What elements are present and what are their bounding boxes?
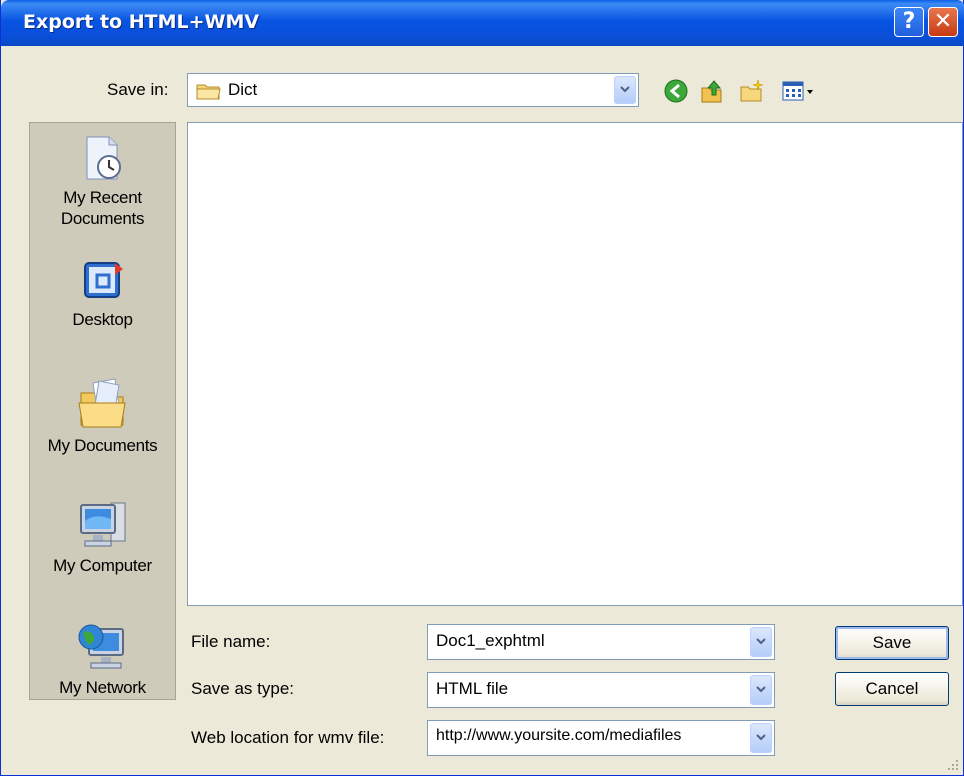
resize-grip-icon[interactable]	[947, 759, 959, 771]
folder-icon	[196, 84, 221, 100]
my-documents-icon	[77, 378, 126, 428]
new-folder-icon[interactable]	[739, 78, 765, 104]
place-label-line2: Documents	[60, 209, 145, 228]
save-as-type-value: HTML file	[436, 679, 509, 698]
place-my-computer[interactable]: My Computer	[30, 499, 175, 576]
cancel-button[interactable]: Cancel	[835, 672, 949, 706]
web-location-combo[interactable]: http://www.yoursite.com/mediafiles	[427, 720, 775, 756]
web-location-dropdown-arrow[interactable]	[750, 723, 772, 753]
save-in-combo[interactable]: Dict	[187, 73, 639, 107]
file-list[interactable]	[187, 122, 963, 606]
place-my-network[interactable]: My Network	[30, 619, 175, 698]
place-my-documents[interactable]: My Documents	[30, 375, 175, 456]
places-bar: My Recent Documents Desktop My Documents	[29, 122, 176, 700]
place-label-line1: My Computer	[53, 556, 152, 575]
save-as-type-combo[interactable]: HTML file	[427, 672, 775, 708]
file-name-combo[interactable]: Doc1_exphtml	[427, 624, 775, 660]
my-computer-icon	[79, 502, 125, 547]
chevron-down-icon	[756, 638, 766, 645]
chevron-down-icon	[756, 734, 766, 741]
web-location-label: Web location for wmv file:	[191, 728, 385, 747]
file-name-label: File name:	[191, 632, 271, 651]
help-button[interactable]: ?	[894, 7, 924, 37]
place-label-line1: Desktop	[72, 310, 133, 329]
chevron-down-icon	[620, 86, 630, 93]
my-network-icon	[78, 624, 124, 669]
save-in-dropdown-arrow[interactable]	[614, 76, 636, 104]
recent-documents-icon	[86, 136, 121, 180]
place-desktop[interactable]: Desktop	[30, 257, 175, 330]
place-label-line1: My Recent	[63, 188, 142, 207]
save-in-label: Save in:	[107, 80, 169, 99]
file-name-dropdown-arrow[interactable]	[750, 627, 772, 657]
title-bar[interactable]: Export to HTML+WMV ? ✕	[1, 0, 964, 46]
save-in-value: Dict	[228, 80, 258, 99]
place-my-recent-documents[interactable]: My Recent Documents	[30, 133, 175, 229]
web-location-value: http://www.yoursite.com/mediafiles	[436, 727, 682, 744]
save-as-type-label: Save as type:	[191, 679, 295, 698]
chevron-down-icon	[756, 686, 766, 693]
save-button[interactable]: Save	[835, 626, 949, 660]
close-button[interactable]: ✕	[928, 7, 958, 37]
views-menu-icon[interactable]	[781, 78, 821, 104]
up-folder-icon[interactable]	[699, 78, 725, 104]
back-icon[interactable]	[663, 78, 689, 104]
file-name-value: Doc1_exphtml	[436, 631, 545, 650]
place-label-line1: My Network	[59, 678, 146, 697]
desktop-icon	[83, 262, 123, 298]
dialog-title: Export to HTML+WMV	[23, 11, 260, 33]
save-as-type-dropdown-arrow[interactable]	[750, 675, 772, 705]
place-label-line1: My Documents	[47, 436, 158, 455]
export-dialog: Export to HTML+WMV ? ✕ Save in: Dict My …	[0, 0, 964, 776]
